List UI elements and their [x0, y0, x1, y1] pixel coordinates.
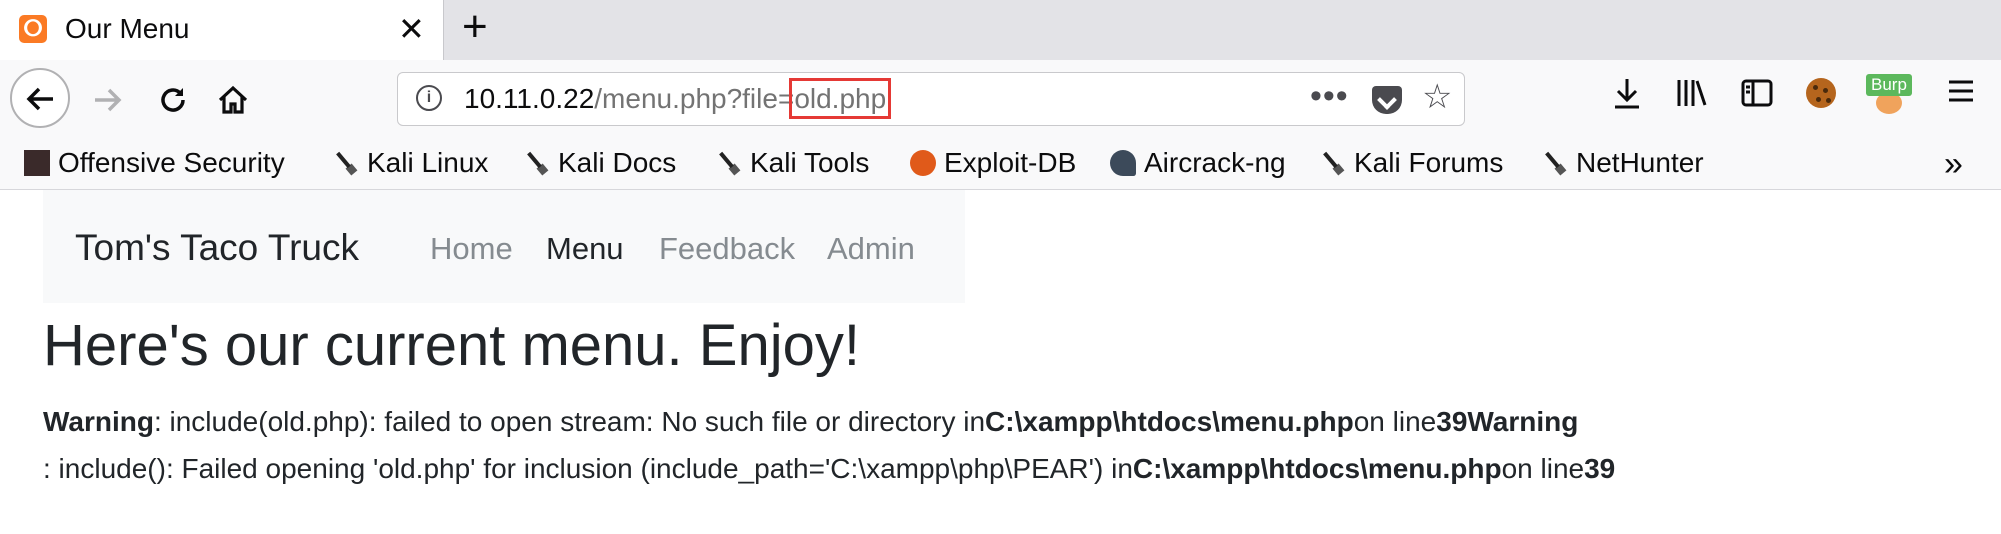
reload-icon — [161, 88, 185, 112]
bookmark-star-icon[interactable]: ☆ — [1422, 77, 1452, 117]
library-icon[interactable] — [1675, 76, 1709, 118]
bookmark-label: Offensive Security — [58, 147, 285, 178]
bookmark-exploit-db[interactable]: Exploit-DB — [910, 147, 1076, 179]
new-tab-button[interactable]: + — [462, 2, 488, 52]
bookmark-kali-linux[interactable]: Kali Linux — [327, 144, 489, 182]
bookmark-offensive-security[interactable]: Offensive Security — [24, 147, 285, 179]
url-host: 10.11.0.22 — [464, 83, 595, 114]
site-brand[interactable]: Tom's Taco Truck — [75, 227, 359, 269]
warning-file-path: C:\xampp\htdocs\menu.php — [1132, 453, 1502, 484]
back-arrow-icon — [26, 87, 53, 111]
bookmark-kali-tools[interactable]: Kali Tools — [710, 144, 870, 182]
warning-on-line: on line — [1501, 453, 1585, 484]
php-warning-line-1: Warning: include(old.php): failed to ope… — [43, 406, 1578, 438]
kali-dragon-icon — [1536, 144, 1574, 182]
cookie-extension-icon[interactable] — [1806, 78, 1836, 108]
home-button[interactable] — [203, 68, 263, 128]
nav-link-menu[interactable]: Menu — [546, 231, 624, 267]
nav-link-feedback[interactable]: Feedback — [659, 231, 795, 267]
pocket-icon[interactable] — [1372, 86, 1402, 114]
bookmark-label: Kali Docs — [558, 147, 677, 178]
kali-dragon-icon — [518, 144, 556, 182]
tab-our-menu[interactable]: ⵔ Our Menu ✕ — [0, 0, 444, 60]
hamburger-menu-icon[interactable] — [1946, 76, 1976, 114]
burp-extension-icon[interactable]: Burp — [1866, 74, 1914, 116]
forward-button[interactable] — [78, 68, 138, 128]
navigation-toolbar: i 10.11.0.22/menu.php?file=old.php ••• ☆… — [0, 60, 2001, 143]
php-warning-line-2: : include(): Failed opening 'old.php' fo… — [43, 453, 1615, 485]
bookmark-label: Kali Linux — [367, 147, 489, 178]
bookmark-aircrack-ng[interactable]: Aircrack-ng — [1110, 147, 1286, 179]
kali-dragon-icon — [1314, 144, 1352, 182]
warning-file-path: C:\xampp\htdocs\menu.php — [985, 406, 1354, 437]
tab-title: Our Menu — [65, 13, 190, 44]
home-icon — [218, 85, 248, 114]
bookmark-label: Kali Forums — [1354, 147, 1504, 178]
site-navbar: Tom's Taco Truck Home Menu Feedback Admi… — [43, 190, 965, 303]
sidebar-icon[interactable] — [1740, 76, 1774, 118]
address-bar[interactable]: i 10.11.0.22/menu.php?file=old.php ••• ☆ — [397, 72, 1465, 126]
url-path: /menu.php?file= — [594, 83, 795, 114]
bookmark-kali-docs[interactable]: Kali Docs — [518, 144, 677, 182]
warning-on-line: on line — [1353, 406, 1437, 437]
kali-dragon-icon — [710, 144, 748, 182]
warning-text: : include(): Failed opening 'old.php' fo… — [43, 453, 1133, 484]
tab-strip: ⵔ Our Menu ✕ + — [0, 0, 2001, 60]
warning-label: Warning — [1467, 406, 1579, 437]
url-text[interactable]: 10.11.0.22/menu.php?file=old.php — [464, 78, 892, 119]
warning-line-number: 39 — [1436, 406, 1468, 437]
bookmark-label: NetHunter — [1576, 147, 1704, 178]
warning-text: : include(old.php): failed to open strea… — [153, 406, 986, 437]
aircrack-icon — [1110, 150, 1136, 176]
reload-button[interactable] — [143, 68, 203, 128]
bookmark-label: Aircrack-ng — [1144, 147, 1286, 178]
warning-line-number: 39 — [1584, 453, 1616, 484]
close-tab-icon[interactable]: ✕ — [398, 10, 425, 48]
page-heading: Here's our current menu. Enjoy! — [43, 313, 860, 378]
offensive-security-icon — [24, 150, 50, 176]
bookmarks-overflow-chevron-icon[interactable]: » — [1944, 145, 1963, 184]
site-info-icon[interactable]: i — [416, 85, 442, 111]
bookmarks-toolbar: Offensive Security Kali Linux Kali Docs … — [0, 143, 2001, 190]
burp-badge: Burp — [1866, 74, 1912, 96]
kali-dragon-icon — [327, 144, 365, 182]
url-highlighted-parameter: old.php — [789, 78, 892, 119]
xampp-favicon-icon: ⵔ — [19, 15, 47, 43]
nav-link-home[interactable]: Home — [430, 231, 513, 267]
forward-arrow-icon — [95, 88, 122, 112]
warning-label: Warning — [43, 406, 154, 437]
back-button[interactable] — [10, 68, 70, 128]
exploit-db-bug-icon — [910, 150, 936, 176]
bookmark-label: Kali Tools — [750, 147, 870, 178]
bookmark-label: Exploit-DB — [944, 147, 1077, 178]
downloads-icon[interactable] — [1612, 76, 1642, 118]
nav-link-admin[interactable]: Admin — [827, 231, 915, 267]
bookmark-kali-forums[interactable]: Kali Forums — [1314, 144, 1504, 182]
page-actions-menu-icon[interactable]: ••• — [1310, 77, 1349, 116]
bookmark-nethunter[interactable]: NetHunter — [1536, 144, 1704, 182]
